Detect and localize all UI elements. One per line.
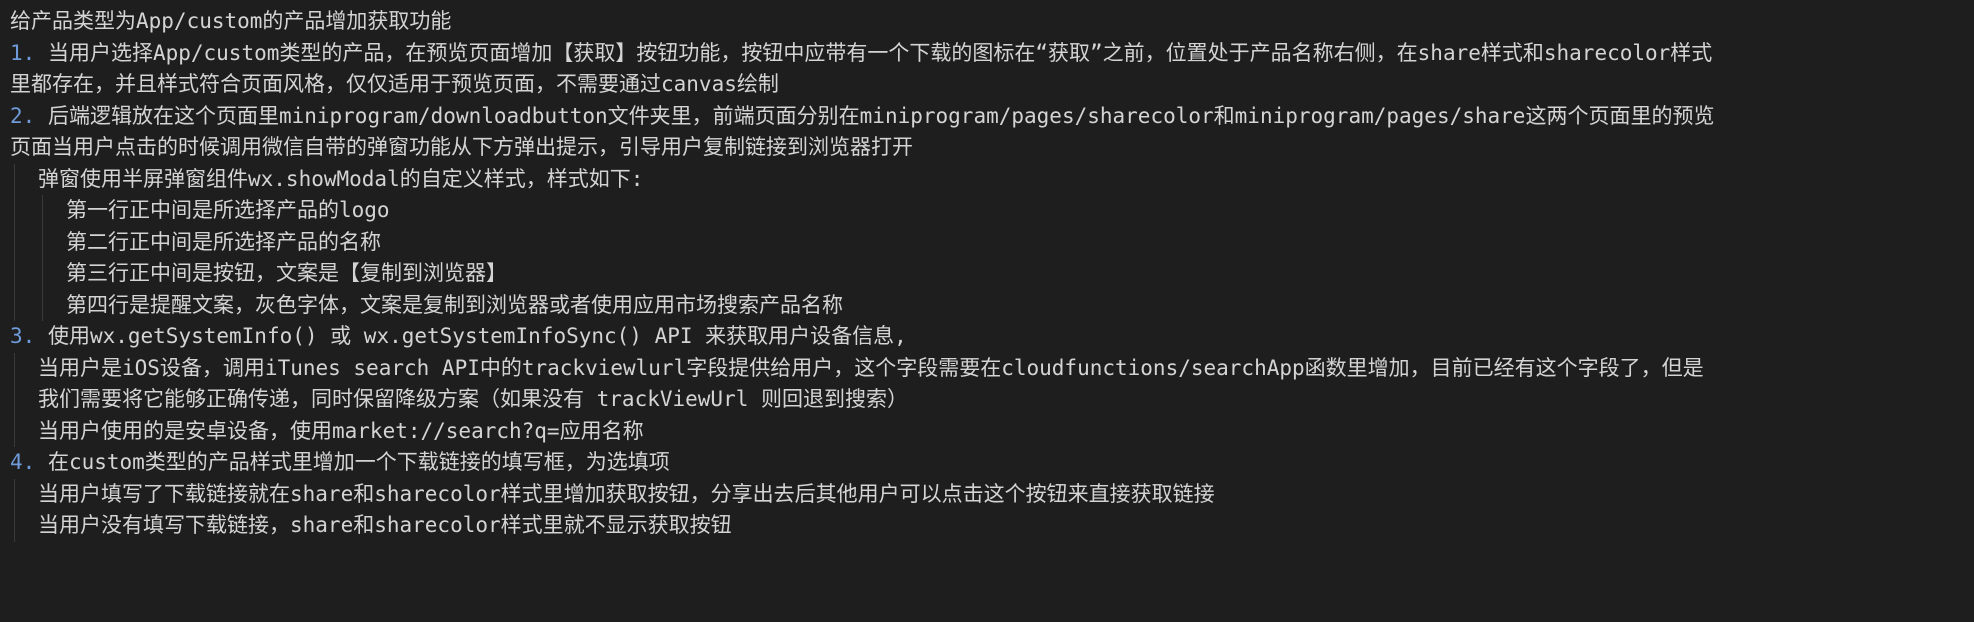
item-3-line-1: 3. 使用wx.getSystemInfo() 或 wx.getSystemIn… xyxy=(10,321,1964,353)
indent-guide xyxy=(14,415,15,447)
item-4-sub-line-2: 当用户没有填写下载链接，share和sharecolor样式里就不显示获取按钮 xyxy=(10,510,1964,542)
item-3-sub-text: 当用户是iOS设备，调用iTunes search API中的trackview… xyxy=(38,355,1704,380)
item-1-number: 1. xyxy=(10,40,36,65)
item-4-sub-text: 当用户填写了下载链接就在share和sharecolor样式里增加获取按钮，分享… xyxy=(38,481,1215,506)
item-2-sub-sub-line-2: 第二行正中间是所选择产品的名称 xyxy=(10,226,1964,258)
indent-guide xyxy=(14,163,15,195)
item-2-sub-sub-line-1: 第一行正中间是所选择产品的logo xyxy=(10,195,1964,227)
indent-guide xyxy=(14,510,15,542)
indent-guide xyxy=(42,289,43,321)
item-2-sub-line: 弹窗使用半屏弹窗组件wx.showModal的自定义样式，样式如下: xyxy=(10,163,1964,195)
item-4-sub-line-1: 当用户填写了下载链接就在share和sharecolor样式里增加获取按钮，分享… xyxy=(10,478,1964,510)
markdown-editor[interactable]: 给产品类型为App/custom的产品增加获取功能 1. 当用户选择App/cu… xyxy=(0,0,1974,622)
item-2-sub-text: 弹窗使用半屏弹窗组件wx.showModal的自定义样式，样式如下: xyxy=(38,166,644,191)
item-4-sub-text-2: 当用户没有填写下载链接，share和sharecolor样式里就不显示获取按钮 xyxy=(38,513,732,537)
indent-guide xyxy=(14,384,15,416)
item-4-text: 在custom类型的产品样式里增加一个下载链接的填写框，为选填项 xyxy=(35,450,670,474)
item-2-sub-sub-text: 第四行是提醒文案，灰色字体，文案是复制到浏览器或者使用应用市场搜索产品名称 xyxy=(66,292,843,317)
item-2-sub-sub-line-3: 第三行正中间是按钮，文案是【复制到浏览器】 xyxy=(10,258,1964,290)
item-3-sub-line-3: 当用户使用的是安卓设备，使用market://search?q=应用名称 xyxy=(10,415,1964,447)
item-2-sub-sub-text: 第二行正中间是所选择产品的名称 xyxy=(66,229,381,254)
indent-guide xyxy=(14,258,15,290)
item-3-number: 3. xyxy=(10,324,36,348)
indent-guide xyxy=(14,352,15,384)
item-2-sub-sub-text: 第一行正中间是所选择产品的logo xyxy=(66,198,390,222)
item-2-sub-sub-text: 第三行正中间是按钮，文案是【复制到浏览器】 xyxy=(66,261,507,285)
item-2-line-2: 页面当用户点击的时候调用微信自带的弹窗功能从下方弹出提示，引导用户复制链接到浏览… xyxy=(10,132,1964,164)
item-1-line-1: 1. 当用户选择App/custom类型的产品，在预览页面增加【获取】按钮功能，… xyxy=(10,38,1964,70)
indent-guide xyxy=(42,195,43,227)
item-2-text: 后端逻辑放在这个页面里miniprogram/downloadbutton文件夹… xyxy=(35,103,1715,128)
item-2-text-cont: 页面当用户点击的时候调用微信自带的弹窗功能从下方弹出提示，引导用户复制链接到浏览… xyxy=(10,135,913,159)
doc-title: 给产品类型为App/custom的产品增加获取功能 xyxy=(10,6,1964,38)
indent-guide xyxy=(42,226,43,258)
item-3-sub-text-cont: 我们需要将它能够正确传递，同时保留降级方案（如果没有 trackViewUrl … xyxy=(38,387,908,411)
item-2-number: 2. xyxy=(10,103,36,128)
indent-guide xyxy=(14,226,15,258)
item-3-sub-line-1: 当用户是iOS设备，调用iTunes search API中的trackview… xyxy=(10,352,1964,384)
item-2-sub-sub-line-4: 第四行是提醒文案，灰色字体，文案是复制到浏览器或者使用应用市场搜索产品名称 xyxy=(10,289,1964,321)
item-4-number: 4. xyxy=(10,450,36,474)
item-3-text: 使用wx.getSystemInfo() 或 wx.getSystemInfoS… xyxy=(35,324,907,348)
doc-title-text: 给产品类型为App/custom的产品增加获取功能 xyxy=(10,9,452,33)
indent-guide xyxy=(42,258,43,290)
item-1-text: 当用户选择App/custom类型的产品，在预览页面增加【获取】按钮功能，按钮中… xyxy=(35,40,1713,65)
item-3-sub-line-2: 我们需要将它能够正确传递，同时保留降级方案（如果没有 trackViewUrl … xyxy=(10,384,1964,416)
item-3-sub-text-2: 当用户使用的是安卓设备，使用market://search?q=应用名称 xyxy=(38,418,644,443)
item-2-line-1: 2. 后端逻辑放在这个页面里miniprogram/downloadbutton… xyxy=(10,101,1964,133)
indent-guide xyxy=(14,289,15,321)
indent-guide xyxy=(14,478,15,510)
item-1-line-2: 里都存在，并且样式符合页面风格，仅仅适用于预览页面，不需要通过canvas绘制 xyxy=(10,69,1964,101)
item-4-line-1: 4. 在custom类型的产品样式里增加一个下载链接的填写框，为选填项 xyxy=(10,447,1964,479)
item-1-text-cont: 里都存在，并且样式符合页面风格，仅仅适用于预览页面，不需要通过canvas绘制 xyxy=(10,72,779,96)
indent-guide xyxy=(14,195,15,227)
